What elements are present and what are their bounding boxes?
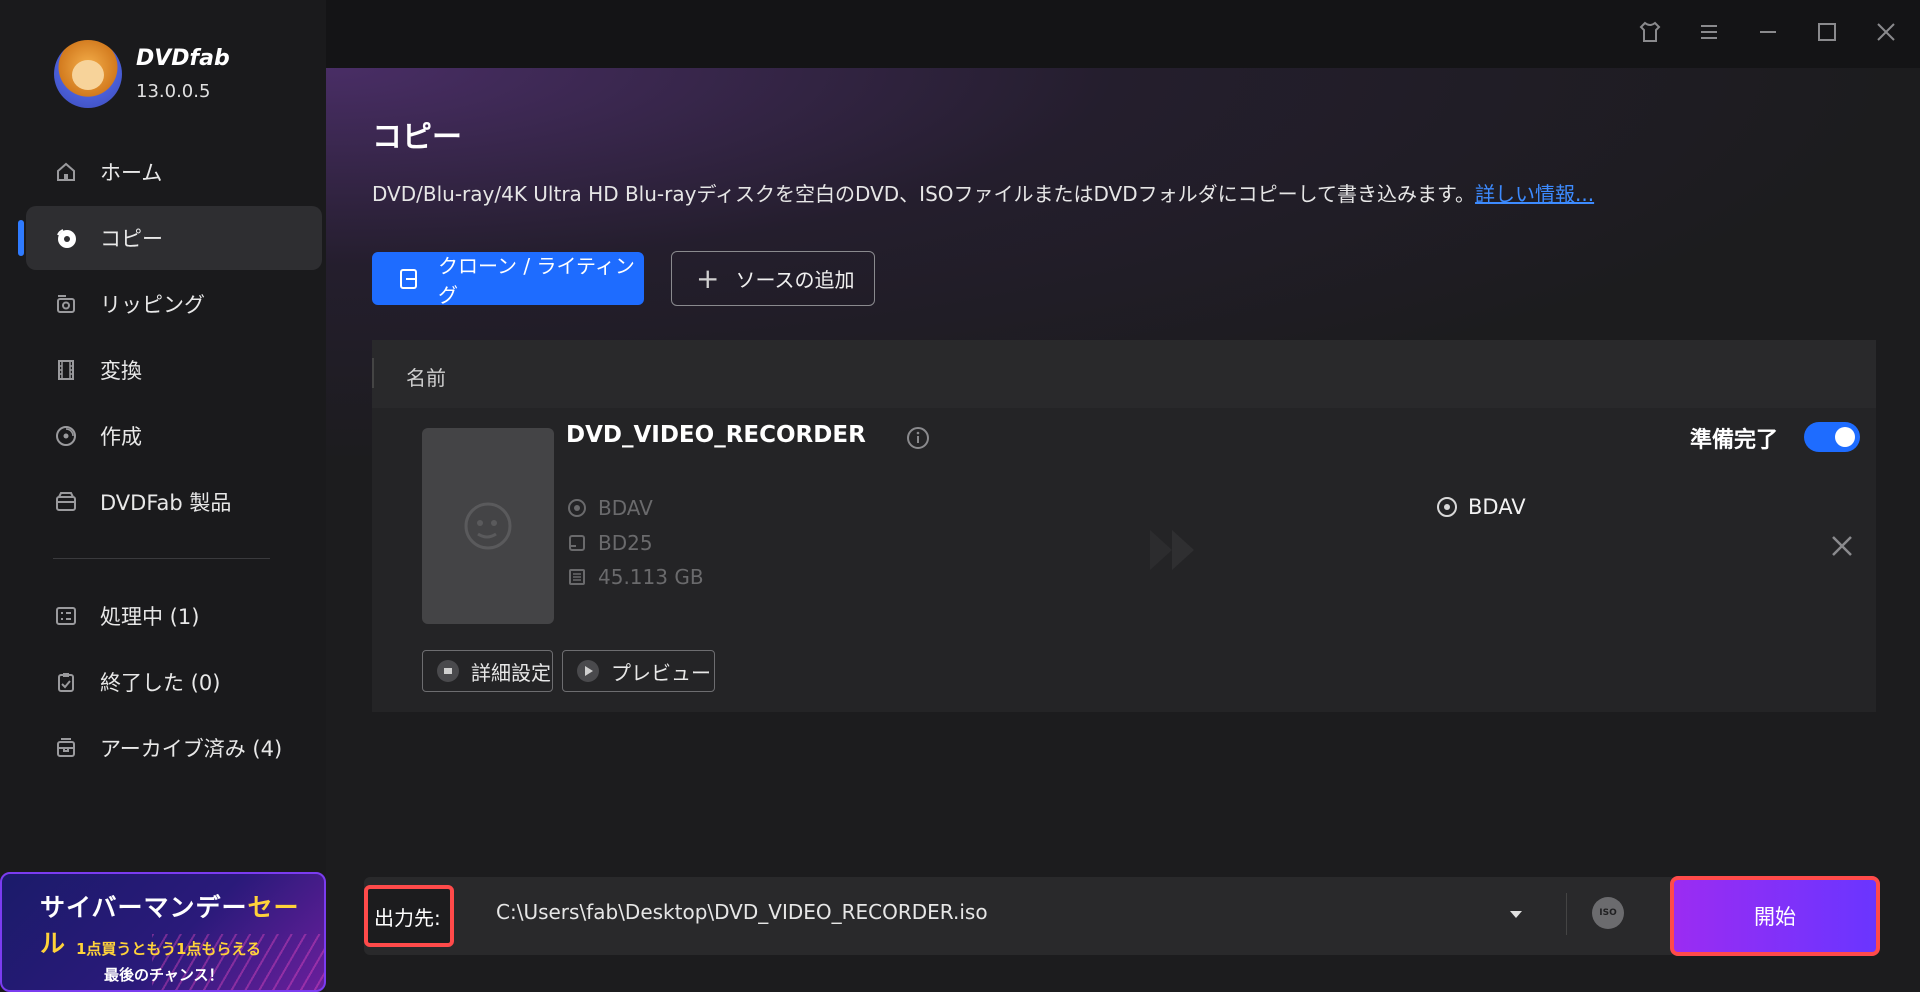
sidebar-item-creator[interactable]: 作成 (26, 404, 322, 468)
output-path-value[interactable]: C:\Users\fab\Desktop\DVD_VIDEO_RECORDER.… (496, 900, 988, 924)
app-window: DVDfab 13.0.0.5 ホーム コピー リッピング 変換 作成 DVDF… (0, 0, 1920, 992)
mode-icon (398, 268, 420, 290)
sidebar-item-ripper[interactable]: リッピング (26, 272, 322, 336)
film-icon (54, 358, 78, 382)
convert-arrow-icon (1148, 528, 1208, 576)
sidebar: DVDfab 13.0.0.5 ホーム コピー リッピング 変換 作成 DVDF… (0, 0, 326, 992)
archive-icon (54, 736, 78, 760)
home-icon (54, 160, 78, 184)
disc-icon (566, 497, 588, 519)
settings-icon (437, 660, 459, 682)
title-bar (326, 0, 1920, 68)
source-format-value: BDAV (598, 496, 653, 520)
brand-name: DVDfab (136, 46, 230, 71)
main-panel: コピー DVD/Blu-ray/4K Ultra HD Blu-rayディスクを… (326, 0, 1920, 992)
sidebar-item-finished[interactable]: 終了した (0) (26, 650, 322, 714)
main-nav: ホーム コピー リッピング 変換 作成 DVDFab 製品 (18, 140, 322, 536)
info-icon[interactable] (906, 426, 930, 454)
app-version: 13.0.0.5 (136, 81, 211, 102)
play-icon (577, 660, 599, 682)
promo-banner[interactable]: サイバーマンデーセール 1点買うともう1点もらえる 最後のチャンス！ (0, 872, 326, 992)
target-format[interactable]: BDAV (1436, 495, 1526, 519)
sidebar-item-label: アーカイブ済み (4) (100, 737, 283, 761)
sidebar-item-label: ホーム (100, 161, 163, 185)
mode-button-label: クローン / ライティング (438, 253, 635, 307)
sidebar-item-processing[interactable]: 処理中 (1) (26, 584, 322, 648)
source-format: BDAV (566, 496, 653, 520)
creator-disc-icon (54, 424, 78, 448)
source-item-row[interactable]: DVD_VIDEO_RECORDER BDAV BD25 45.113 GB B… (372, 408, 1876, 712)
target-format-value: BDAV (1468, 495, 1526, 519)
disc-type: BD25 (566, 531, 653, 555)
page-title: コピー (372, 120, 462, 155)
size-list-icon (566, 566, 588, 588)
sidebar-item-copy[interactable]: コピー (18, 206, 322, 270)
task-nav: 処理中 (1) 終了した (0) アーカイブ済み (4) (26, 584, 322, 782)
output-divider (1566, 893, 1567, 935)
sidebar-item-label: 処理中 (1) (100, 605, 200, 629)
monkey-logo-icon (54, 40, 122, 108)
settings-button-label: 詳細設定 (471, 660, 551, 685)
placeholder-monkey-icon (464, 502, 512, 550)
item-size: 45.113 GB (566, 565, 704, 589)
close-icon[interactable] (1868, 14, 1904, 50)
column-divider (372, 358, 374, 388)
sidebar-item-label: リッピング (100, 293, 205, 317)
add-source-button[interactable]: + ソースの追加 (671, 251, 875, 306)
sidebar-item-archived[interactable]: アーカイブ済み (4) (26, 716, 322, 780)
more-info-link[interactable]: 詳しい情報... (1475, 182, 1594, 206)
status-label: 準備完了 (1690, 428, 1779, 453)
maximize-icon[interactable] (1809, 14, 1845, 50)
app-logo: DVDfab 13.0.0.5 (54, 40, 230, 108)
clone-writing-mode-button[interactable]: クローン / ライティング (372, 252, 644, 307)
sidebar-item-label: 変換 (100, 359, 142, 383)
target-disc-icon (1436, 496, 1458, 518)
remove-item-icon[interactable] (1828, 532, 1856, 564)
output-label: 出力先: (364, 885, 454, 947)
sidebar-item-label: DVDFab 製品 (100, 491, 232, 515)
sidebar-divider (53, 558, 270, 559)
copy-disc-icon (54, 226, 78, 250)
processing-list-icon (54, 604, 78, 628)
item-title: DVD_VIDEO_RECORDER (566, 422, 866, 448)
ripper-icon (54, 292, 78, 316)
sidebar-item-label: 終了した (0) (100, 671, 221, 695)
page-description: DVD/Blu-ray/4K Ultra HD Blu-rayディスクを空白のD… (372, 178, 1594, 207)
disc-type-value: BD25 (598, 531, 653, 555)
preview-button[interactable]: プレビュー (562, 650, 715, 692)
plus-icon: + (696, 261, 720, 295)
sidebar-item-home[interactable]: ホーム (26, 140, 322, 204)
sidebar-item-label: 作成 (100, 425, 142, 449)
menu-icon[interactable] (1691, 14, 1727, 50)
column-name-header: 名前 (406, 366, 446, 390)
add-source-label: ソースの追加 (735, 268, 855, 292)
chevron-down-icon[interactable] (1506, 904, 1526, 928)
minimize-icon[interactable] (1750, 14, 1786, 50)
description-text: DVD/Blu-ray/4K Ultra HD Blu-rayディスクを空白のD… (372, 182, 1476, 206)
iso-output-icon[interactable]: ISO (1592, 897, 1624, 929)
disc-thumbnail (422, 428, 554, 624)
promo-offer: 1点買うともう1点もらえる (76, 940, 261, 958)
box-icon (54, 490, 78, 514)
sidebar-item-products[interactable]: DVDFab 製品 (26, 470, 322, 534)
table-header: 名前 (372, 340, 1876, 408)
finished-clipboard-icon (54, 670, 78, 694)
promo-last-chance: 最後のチャンス！ (104, 966, 224, 984)
advanced-settings-button[interactable]: 詳細設定 (422, 650, 553, 692)
sidebar-item-label: コピー (100, 227, 163, 251)
shirt-skin-icon[interactable] (1632, 14, 1668, 50)
start-button[interactable]: 開始 (1670, 876, 1880, 956)
size-value: 45.113 GB (598, 565, 704, 589)
sidebar-item-converter[interactable]: 変換 (26, 338, 322, 402)
ready-toggle[interactable] (1804, 422, 1860, 452)
preview-button-label: プレビュー (611, 660, 711, 685)
disc-type-icon (566, 532, 588, 554)
